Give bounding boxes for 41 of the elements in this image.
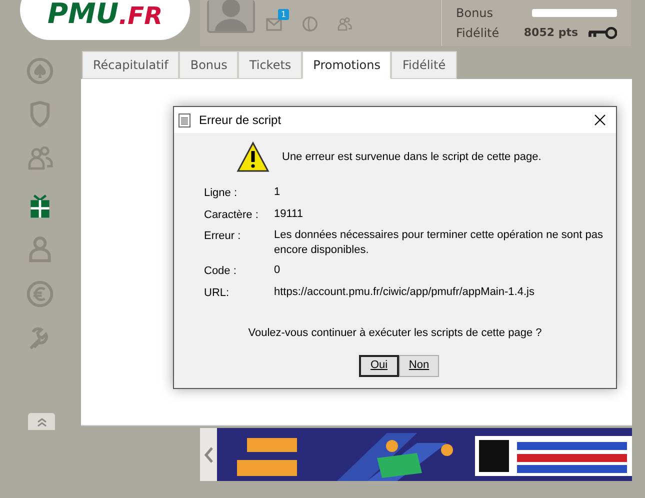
tab[interactable]: Promotions <box>302 51 392 79</box>
error-message: Une erreur est survenue dans le script de cette page. <box>282 150 542 165</box>
question-text: Voulez-vous continuer à exécuter les scripts de cette page ? <box>247 326 543 341</box>
detail-value: 19111 <box>274 206 304 222</box>
previous-button[interactable] <box>200 428 217 481</box>
dialog-title: Erreur de script <box>199 112 282 129</box>
dialog-button[interactable]: Non <box>399 354 439 376</box>
scroll-top-button[interactable] <box>28 413 55 430</box>
detail-value: https://account.pmu.fr/ciwic/app/pmufr/appMain-1.4.js <box>274 284 536 300</box>
key-icon <box>588 27 617 39</box>
spade-icon[interactable] <box>26 57 54 85</box>
dialog-button[interactable]: Oui <box>359 354 399 376</box>
detail-value: 1 <box>274 185 282 200</box>
mail-icon[interactable] <box>266 17 282 31</box>
logo[interactable]: PMU.FR <box>20 0 190 40</box>
detail-label: Caractère : <box>204 208 260 222</box>
tab[interactable]: Bonus <box>179 51 238 79</box>
people-icon[interactable] <box>336 16 353 32</box>
detail-label: Erreur : <box>204 229 242 244</box>
avatar-icon[interactable] <box>207 0 255 33</box>
close-icon[interactable] <box>594 114 606 126</box>
chevron-left-icon <box>204 446 214 464</box>
person-icon[interactable] <box>26 235 54 263</box>
tab[interactable]: Fidélité <box>391 51 457 79</box>
double-chevron-icon <box>36 416 48 428</box>
detail-label: Code : <box>204 264 238 279</box>
account-label: Bonus <box>456 5 494 22</box>
tab[interactable]: Tickets <box>238 51 302 79</box>
detail-value: Les données nécessaires pour terminer cette opération ne sont pas encore disponibles. <box>274 228 604 258</box>
detail-value: 0 <box>274 263 282 278</box>
notification-badge: 1 <box>278 9 290 20</box>
warning-icon <box>236 141 270 173</box>
detail-label: Ligne : <box>204 186 238 201</box>
document-icon <box>178 112 191 128</box>
account-label: Fidélité <box>456 25 500 42</box>
people-icon[interactable] <box>26 144 54 172</box>
points-value: 8052 pts <box>524 24 580 41</box>
globe-icon[interactable] <box>302 16 318 32</box>
detail-label: URL: <box>204 286 230 300</box>
tab[interactable]: Récapitulatif <box>82 51 180 79</box>
euro-icon[interactable] <box>26 280 54 308</box>
